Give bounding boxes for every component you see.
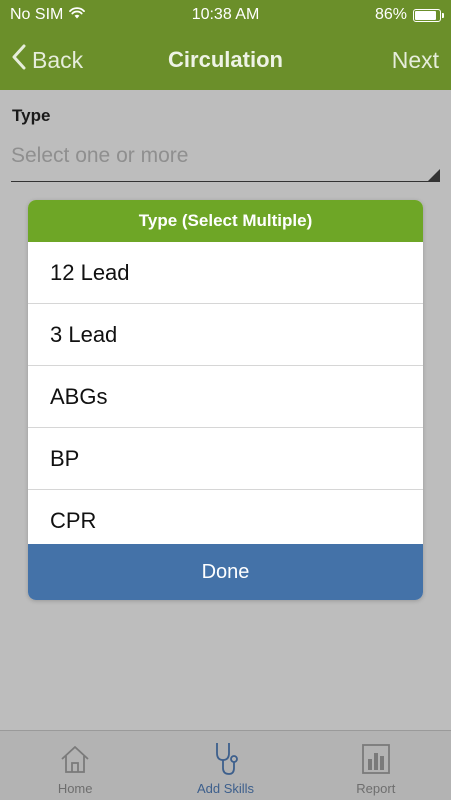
chevron-left-icon [12, 44, 26, 76]
status-right: 86% [374, 6, 444, 24]
dropdown-corner-icon [428, 169, 440, 181]
report-icon [359, 739, 393, 779]
option-item[interactable]: ABGs [28, 366, 423, 428]
type-placeholder: Select one or more [11, 144, 189, 167]
option-item[interactable]: BP [28, 428, 423, 490]
stethoscope-icon [210, 739, 240, 779]
status-left: No SIM [10, 6, 86, 24]
type-field-label: Type [12, 106, 51, 125]
tab-report[interactable]: Report [301, 731, 451, 800]
tab-report-label: Report [356, 781, 396, 796]
nav-bar: Back Circulation Next [0, 30, 451, 90]
house-icon [58, 739, 92, 779]
tab-add-skills[interactable]: Add Skills [150, 731, 300, 800]
tab-add-skills-label: Add Skills [196, 781, 255, 796]
modal-title: Type (Select Multiple) [28, 200, 423, 242]
option-label: 3 Lead [50, 321, 118, 347]
back-button[interactable]: Back [12, 44, 83, 76]
next-button[interactable]: Next [392, 47, 439, 74]
tab-home-label: Home [57, 781, 93, 796]
battery-percent: 86% [374, 6, 407, 23]
carrier-label: No SIM [10, 6, 64, 23]
status-bar: No SIM 10:38 AM 86% [0, 0, 451, 30]
option-item[interactable]: 3 Lead [28, 304, 423, 366]
battery-icon [413, 8, 444, 22]
option-label: ABGs [50, 383, 108, 409]
type-select-field[interactable]: Select one or more [11, 138, 440, 182]
type-select-modal: Type (Select Multiple) 12 Lead 3 Lead AB… [28, 200, 423, 600]
tab-home[interactable]: Home [0, 731, 150, 800]
modal-option-list[interactable]: 12 Lead 3 Lead ABGs BP CPR [28, 242, 423, 544]
option-item[interactable]: 12 Lead [28, 242, 423, 304]
option-item[interactable]: CPR [28, 490, 423, 544]
battery-fill [415, 10, 436, 20]
wifi-icon [69, 6, 86, 24]
done-button[interactable]: Done [28, 544, 423, 600]
back-label: Back [32, 46, 84, 73]
option-label: BP [50, 445, 80, 471]
tab-bar: Home Add Skills Report [0, 730, 451, 800]
option-label: 12 Lead [50, 259, 130, 285]
option-label: CPR [50, 508, 97, 533]
